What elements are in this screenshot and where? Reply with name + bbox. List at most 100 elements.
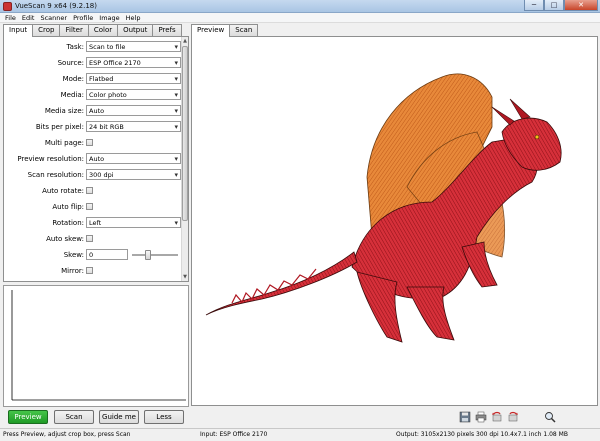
dragon-hind-leg (406, 286, 455, 341)
menu-profile[interactable]: Profile (73, 13, 93, 22)
mode-label: Mode: (62, 75, 84, 83)
media-select[interactable]: Color photo (86, 89, 181, 100)
scroll-up-arrow-icon[interactable]: ▲ (182, 37, 188, 45)
task-row: Task: Scan to file (4, 41, 182, 53)
rotate-left-icon[interactable] (491, 411, 503, 423)
tab-prefs[interactable]: Prefs (152, 24, 182, 36)
dragon-eye (534, 134, 540, 140)
auto-skew-checkbox[interactable] (86, 235, 93, 242)
dragon-hind-leg (356, 271, 403, 343)
auto-flip-checkbox[interactable] (86, 203, 93, 210)
rotation-row: Rotation: Left (4, 217, 182, 229)
skew-label: Skew: (63, 251, 84, 259)
dragon-horn (491, 106, 515, 126)
status-input: Input: ESP Office 2170 (200, 431, 268, 438)
preview-resolution-select[interactable]: Auto (86, 153, 181, 164)
menu-file[interactable]: File (5, 13, 16, 22)
tab-output[interactable]: Output (117, 24, 154, 36)
source-row: Source: ESP Office 2170 (4, 57, 182, 69)
tab-filter[interactable]: Filter (59, 24, 89, 36)
rotation-select[interactable]: Left (86, 217, 181, 228)
skew-slider-track[interactable] (132, 254, 178, 256)
mirror-row: Mirror: (4, 265, 182, 277)
preview-image-area[interactable] (191, 36, 598, 406)
scroll-down-arrow-icon[interactable]: ▼ (182, 273, 188, 281)
vuescan-app-icon (3, 2, 12, 11)
media-size-select[interactable]: Auto (86, 105, 181, 116)
dragon-drawing (205, 73, 562, 343)
media-size-row: Media size: Auto (4, 105, 182, 117)
scan-resolution-label: Scan resolution: (27, 171, 84, 179)
skew-slider-handle[interactable] (145, 250, 151, 260)
print-icon[interactable] (475, 411, 487, 423)
menu-bar: File Edit Scanner Profile Image Help (0, 13, 600, 23)
multi-page-row: Multi page: (4, 137, 182, 149)
dragon-horn (509, 98, 531, 120)
window-title: VueScan 9 x64 (9.2.18) (15, 2, 97, 10)
scan-button[interactable]: Scan (54, 410, 94, 424)
tab-preview[interactable]: Preview (191, 24, 231, 37)
histogram-axes (11, 290, 186, 401)
window-controls: ─ □ ✕ (524, 0, 598, 11)
histogram-graph (3, 285, 189, 407)
auto-flip-row: Auto flip: (4, 201, 182, 213)
scrollbar-thumb[interactable] (182, 46, 188, 221)
auto-skew-row: Auto skew: (4, 233, 182, 245)
auto-rotate-checkbox[interactable] (86, 187, 93, 194)
settings-scrollbar[interactable]: ▲ ▼ (181, 37, 188, 281)
skew-input[interactable]: 0 (86, 249, 128, 260)
settings-panel: Input Crop Filter Color Output Prefs Tas… (3, 24, 189, 282)
preview-tabs: Preview Scan (191, 24, 598, 37)
media-row: Media: Color photo (4, 89, 182, 101)
status-hint: Press Preview, adjust crop box, press Sc… (3, 431, 131, 438)
save-icon[interactable] (459, 411, 471, 423)
multi-page-checkbox[interactable] (86, 139, 93, 146)
bits-per-pixel-select[interactable]: 24 bit RGB (86, 121, 181, 132)
rotate-right-icon[interactable] (507, 411, 519, 423)
guide-me-button[interactable]: Guide me (99, 410, 139, 424)
menu-scanner[interactable]: Scanner (40, 13, 67, 22)
media-label: Media: (60, 91, 84, 99)
multi-page-label: Multi page: (44, 139, 84, 147)
rotation-label: Rotation: (52, 219, 84, 227)
minimize-button[interactable]: ─ (524, 0, 544, 11)
zoom-icon[interactable] (544, 411, 556, 423)
menu-help[interactable]: Help (126, 13, 141, 22)
bits-per-pixel-label: Bits per pixel: (35, 123, 84, 131)
menu-image[interactable]: Image (99, 13, 119, 22)
mode-row: Mode: Flatbed (4, 73, 182, 85)
status-bar: Press Preview, adjust crop box, press Sc… (0, 428, 600, 441)
less-button[interactable]: Less (144, 410, 184, 424)
mirror-label: Mirror: (61, 267, 84, 275)
dragon-tail (205, 251, 358, 316)
tab-input[interactable]: Input (3, 24, 34, 37)
media-size-label: Media size: (44, 107, 84, 115)
close-button[interactable]: ✕ (564, 0, 598, 11)
auto-rotate-row: Auto rotate: (4, 185, 182, 197)
scan-resolution-row: Scan resolution: 300 dpi (4, 169, 182, 181)
source-label: Source: (57, 59, 84, 67)
preview-resolution-row: Preview resolution: Auto (4, 153, 182, 165)
action-bar: Preview Scan Guide me Less (0, 408, 600, 427)
menu-edit[interactable]: Edit (22, 13, 35, 22)
preview-panel: Preview Scan (191, 24, 598, 406)
scan-resolution-select[interactable]: 300 dpi (86, 169, 181, 180)
tab-crop[interactable]: Crop (32, 24, 61, 36)
settings-tabs: Input Crop Filter Color Output Prefs (3, 24, 189, 37)
mirror-checkbox[interactable] (86, 267, 93, 274)
maximize-button[interactable]: □ (544, 0, 564, 11)
preview-button[interactable]: Preview (8, 410, 48, 424)
tab-scan[interactable]: Scan (229, 24, 259, 36)
auto-skew-label: Auto skew: (46, 235, 84, 243)
bits-per-pixel-row: Bits per pixel: 24 bit RGB (4, 121, 182, 133)
auto-flip-label: Auto flip: (52, 203, 84, 211)
title-bar: VueScan 9 x64 (9.2.18) ─ □ ✕ (0, 0, 600, 13)
source-select[interactable]: ESP Office 2170 (86, 57, 181, 68)
skew-row: Skew: 0 (4, 249, 182, 261)
status-output: Output: 3105x2130 pixels 300 dpi 10.4x7.… (396, 431, 568, 438)
tab-color[interactable]: Color (87, 24, 119, 36)
preview-resolution-label: Preview resolution: (17, 155, 84, 163)
task-select[interactable]: Scan to file (86, 41, 181, 52)
auto-rotate-label: Auto rotate: (42, 187, 84, 195)
mode-select[interactable]: Flatbed (86, 73, 181, 84)
